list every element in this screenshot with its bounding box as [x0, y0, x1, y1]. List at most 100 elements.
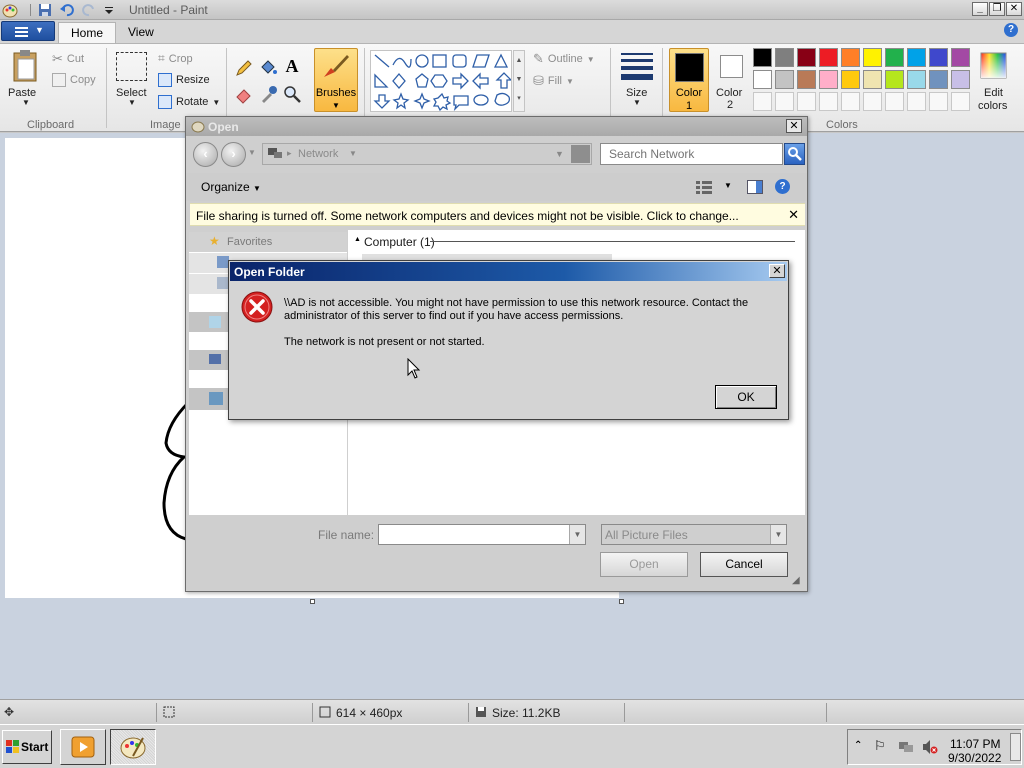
close-button[interactable]: ✕ [1006, 2, 1022, 16]
clock-date[interactable]: 9/30/2022 [948, 751, 1001, 765]
redo-icon[interactable] [82, 3, 96, 17]
error-dialog-close-button[interactable]: ✕ [769, 264, 785, 278]
palette-swatch[interactable] [885, 92, 904, 111]
palette-swatch[interactable] [885, 48, 904, 67]
minimize-button[interactable]: _ [972, 2, 988, 16]
chevron-down-icon[interactable]: ▼ [22, 98, 30, 107]
taskbar-media-player[interactable] [60, 729, 106, 765]
palette-swatch[interactable] [841, 70, 860, 89]
rotate-button[interactable]: Rotate ▼ [158, 95, 220, 109]
chevron-down-icon[interactable]: ▼ [569, 525, 585, 544]
palette-swatch[interactable] [775, 92, 794, 111]
refresh-button[interactable] [571, 145, 590, 163]
network-tray-icon[interactable] [898, 740, 914, 754]
forward-button[interactable]: › [221, 142, 246, 167]
palette-swatch[interactable] [907, 48, 926, 67]
magnifier-icon[interactable] [282, 84, 302, 104]
file-name-input[interactable]: ▼ [378, 524, 586, 545]
address-bar[interactable]: ▸ Network ▼ ▼ [262, 143, 592, 165]
edit-colors-icon[interactable] [980, 52, 1007, 79]
show-desktop-button[interactable] [1010, 733, 1021, 761]
palette-swatch[interactable] [819, 92, 838, 111]
palette-swatch[interactable] [885, 70, 904, 89]
palette-swatch[interactable] [775, 48, 794, 67]
crop-button[interactable]: ⌗ Crop [158, 51, 193, 66]
restore-button[interactable]: ❐ [989, 2, 1005, 16]
address-dropdown-icon[interactable]: ▼ [555, 149, 564, 159]
edit-colors-label-2[interactable]: colors [978, 100, 1007, 112]
fill-button[interactable]: ⛁ Fill ▼ [533, 73, 574, 89]
help-icon[interactable]: ? [775, 179, 790, 194]
eraser-icon[interactable] [234, 84, 254, 104]
palette-swatch[interactable] [753, 48, 772, 67]
palette-swatch[interactable] [819, 48, 838, 67]
pencil-icon[interactable] [234, 58, 254, 78]
clock-time[interactable]: 11:07 PM [950, 737, 1000, 751]
copy-button[interactable]: Copy [52, 73, 96, 87]
fill-bucket-icon[interactable] [258, 58, 278, 78]
canvas-resize-handle-corner[interactable] [619, 599, 624, 604]
tab-view[interactable]: View [116, 22, 166, 43]
search-input[interactable] [600, 143, 783, 165]
shapes-gallery[interactable] [370, 50, 513, 112]
help-icon[interactable]: ? [1004, 23, 1018, 37]
canvas-resize-handle-bottom[interactable] [310, 599, 315, 604]
select-icon[interactable] [116, 52, 147, 81]
paste-icon[interactable] [12, 49, 40, 83]
file-sharing-info-bar[interactable]: File sharing is turned off. Some network… [190, 203, 805, 226]
chevron-down-icon[interactable]: ▼ [770, 525, 786, 544]
color2-swatch[interactable] [720, 55, 743, 78]
palette-swatch[interactable] [951, 70, 970, 89]
palette-swatch[interactable] [951, 48, 970, 67]
shapes-scroll[interactable]: ▲ ▼ ▾ [513, 50, 525, 112]
undo-icon[interactable] [60, 3, 74, 17]
cancel-button[interactable]: Cancel [700, 552, 788, 577]
palette-swatch[interactable] [951, 92, 970, 111]
save-icon[interactable] [38, 3, 52, 17]
chevron-down-icon[interactable]: ▼ [128, 98, 136, 107]
organize-button[interactable]: Organize ▼ [201, 180, 261, 194]
color-picker-icon[interactable] [258, 84, 278, 104]
recent-locations-icon[interactable]: ▼ [248, 148, 256, 157]
text-tool-icon[interactable]: A [282, 56, 302, 76]
view-options-icon[interactable] [696, 181, 712, 194]
palette-swatch[interactable] [863, 48, 882, 67]
action-center-flag-icon[interactable]: ⚐ [874, 738, 886, 754]
chevron-down-icon[interactable]: ▼ [349, 149, 357, 158]
show-hidden-icons[interactable]: ⌃ [854, 740, 862, 751]
palette-swatch[interactable] [863, 92, 882, 111]
palette-swatch[interactable] [797, 92, 816, 111]
palette-swatch[interactable] [841, 92, 860, 111]
collapse-icon[interactable]: ▲ [354, 236, 361, 243]
search-button[interactable] [784, 143, 805, 165]
resize-button[interactable]: Resize [158, 73, 210, 87]
chevron-down-icon[interactable]: ▼ [633, 98, 641, 107]
paint-menu-button[interactable]: ▼ [1, 21, 55, 41]
palette-swatch[interactable] [797, 48, 816, 67]
chevron-down-icon[interactable]: ▼ [724, 181, 732, 190]
palette-swatch[interactable] [819, 70, 838, 89]
back-button[interactable]: ‹ [193, 142, 218, 167]
palette-swatch[interactable] [753, 70, 772, 89]
customize-toolbar-icon[interactable] [102, 3, 116, 17]
palette-swatch[interactable] [929, 48, 948, 67]
palette-swatch[interactable] [907, 70, 926, 89]
ok-button[interactable]: OK [715, 385, 777, 409]
start-button[interactable]: Start [2, 730, 52, 764]
resize-grip-icon[interactable]: ◢ [792, 575, 800, 586]
palette-swatch[interactable] [929, 70, 948, 89]
tab-home[interactable]: Home [58, 22, 117, 43]
close-icon[interactable]: ✕ [788, 207, 799, 223]
palette-swatch[interactable] [841, 48, 860, 67]
favorites-row[interactable]: ★ Favorites [189, 232, 347, 252]
preview-pane-icon[interactable] [747, 180, 763, 194]
palette-swatch[interactable] [907, 92, 926, 111]
open-button[interactable]: Open [600, 552, 688, 577]
file-type-select[interactable]: All Picture Files ▼ [601, 524, 787, 545]
palette-swatch[interactable] [775, 70, 794, 89]
palette-swatch[interactable] [863, 70, 882, 89]
open-dialog-close-button[interactable]: ✕ [786, 119, 802, 133]
size-icon[interactable] [621, 53, 653, 80]
color2-label[interactable]: Color [716, 87, 742, 99]
brushes-button[interactable]: Brushes ▼ [314, 48, 358, 112]
